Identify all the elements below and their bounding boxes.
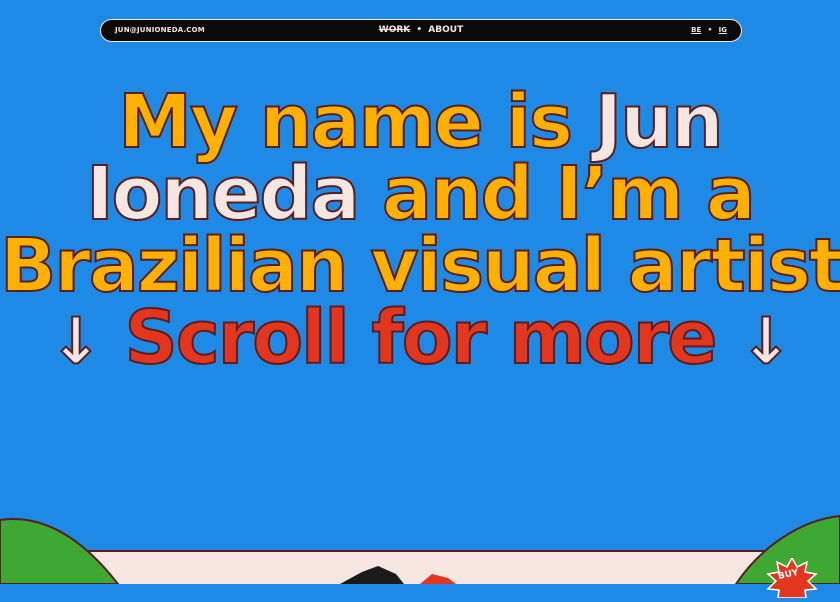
nav-dot: • <box>416 25 423 35</box>
figure-shape <box>420 574 456 584</box>
arrow-down-icon: ↓ <box>738 305 794 379</box>
instagram-link[interactable]: IG <box>719 26 727 34</box>
social-sep: • <box>707 26 713 34</box>
buy-badge[interactable]: BUY <box>766 556 818 599</box>
ground-strip <box>0 550 840 584</box>
hero-line-1: My name is Jun <box>0 84 840 160</box>
hill-left <box>0 518 120 584</box>
scroll-cta[interactable]: ↓ Scroll for more ↓ <box>0 300 840 379</box>
arrow-down-icon: ↓ <box>48 305 104 379</box>
hero-line-2: Ioneda and I’m a <box>0 156 840 232</box>
nav-center: WORK • ABOUT <box>101 25 741 35</box>
scroll-text: Scroll for more <box>124 295 719 381</box>
top-nav-bar: JUN@JUNIONEDA.COM WORK • ABOUT BE • IG <box>100 19 742 42</box>
hero-line-3: Brazilian visual artist. <box>0 228 840 304</box>
behance-link[interactable]: BE <box>691 26 701 34</box>
social-links: BE • IG <box>691 26 727 34</box>
figure-shape <box>340 566 404 584</box>
work-link[interactable]: WORK <box>379 25 410 35</box>
about-link[interactable]: ABOUT <box>428 25 463 35</box>
hero-heading: My name is Jun Ioneda and I’m a Brazilia… <box>0 84 840 379</box>
